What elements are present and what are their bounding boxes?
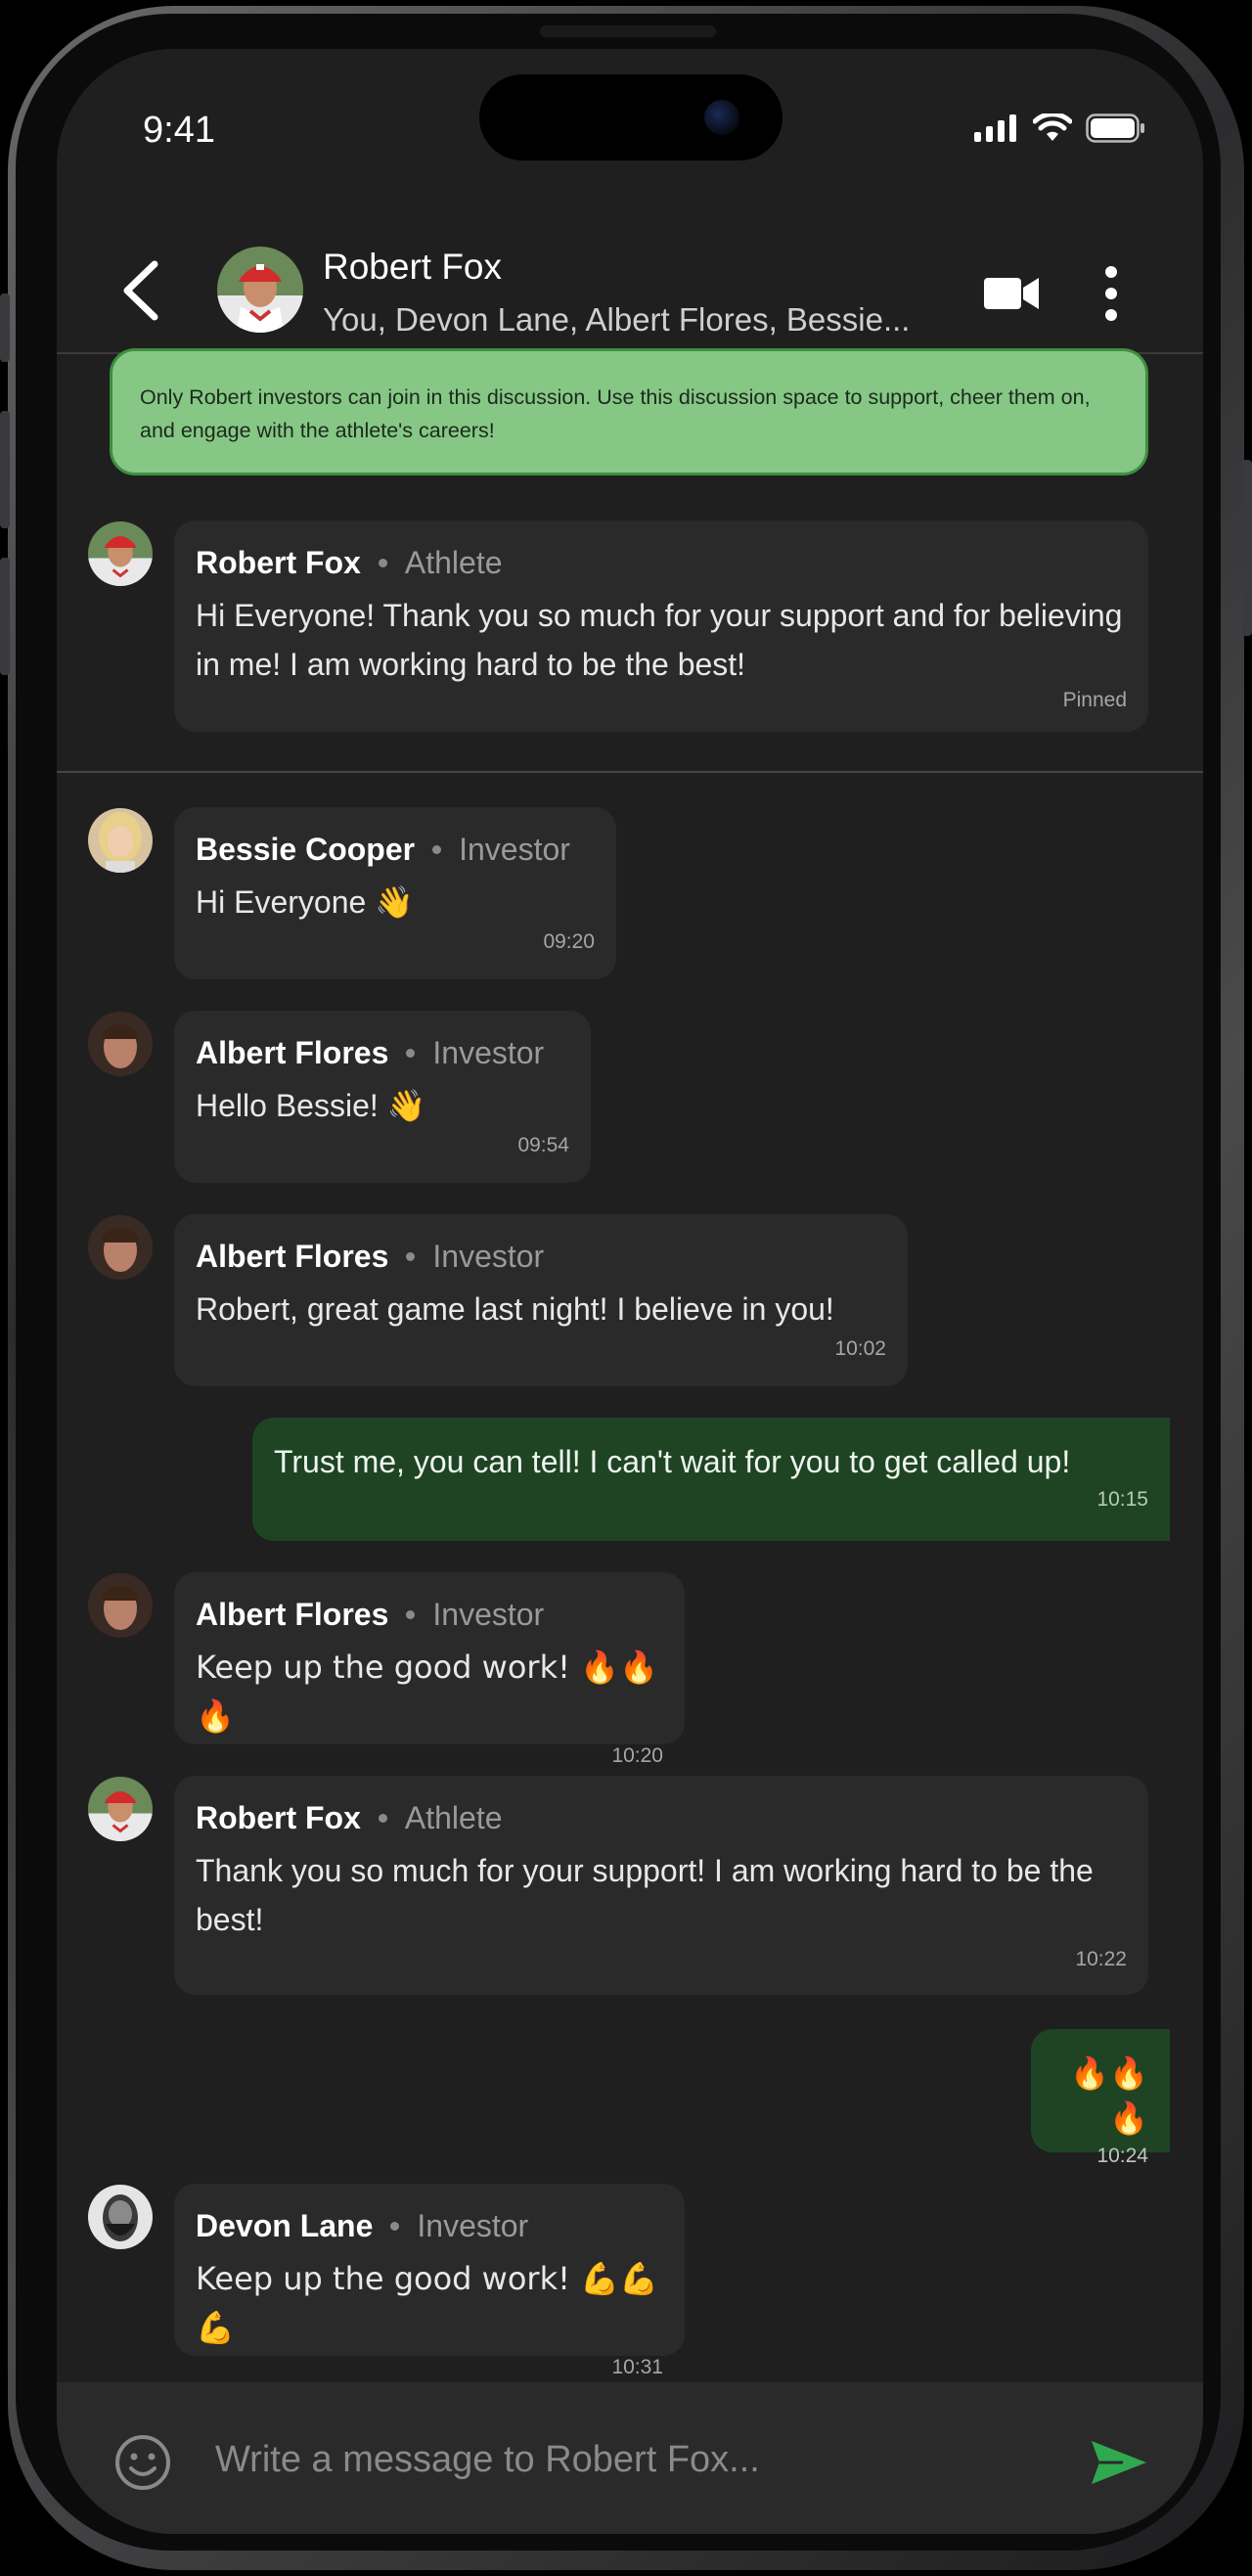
header-avatar[interactable] — [217, 247, 303, 333]
message-text: Hi Everyone! Thank you so much for your … — [196, 598, 1123, 682]
avatar-image — [88, 1573, 153, 1638]
separator-dot — [406, 1609, 416, 1619]
message-text: Hi Everyone 👋 — [196, 884, 415, 920]
author-role: Athlete — [404, 545, 503, 580]
avatar-devon-lane[interactable] — [88, 2185, 153, 2249]
message-input[interactable] — [213, 2425, 1015, 2494]
battery-icon — [1086, 113, 1144, 143]
author-name: Devon Lane — [196, 2208, 374, 2243]
message-bubble[interactable]: Albert Flores Investor Hello Bessie! 👋 0… — [174, 1011, 591, 1183]
pinned-label: Pinned — [1062, 689, 1127, 711]
separator-dot — [390, 2221, 400, 2231]
avatar-robert-fox[interactable] — [88, 521, 153, 586]
message-header: Bessie Cooper Investor — [196, 831, 595, 868]
author-role: Investor — [432, 1035, 545, 1070]
message-time: 10:31 — [611, 2356, 663, 2378]
message-header: Robert Fox Athlete — [196, 1799, 1127, 1836]
emoji-icon[interactable] — [113, 2433, 172, 2492]
message-text: Keep up the good work! 🔥🔥🔥 — [196, 1649, 658, 1735]
separator-dot — [378, 558, 387, 567]
pinned-divider — [57, 771, 1203, 773]
avatar-image — [88, 808, 153, 873]
message-header: Albert Flores Investor — [196, 1238, 886, 1275]
message-bubble[interactable]: Devon Lane Investor Keep up the good wor… — [174, 2184, 685, 2378]
power-button — [1242, 460, 1252, 636]
message-header: Albert Flores Investor — [196, 1034, 569, 1071]
message-text: Trust me, you can tell! I can't wait for… — [274, 1444, 1071, 1479]
author-name: Albert Flores — [196, 1035, 389, 1070]
author-role: Investor — [459, 832, 570, 867]
message-bubble[interactable]: Albert Flores Investor Keep up the good … — [174, 1572, 685, 1767]
my-message-bubble[interactable]: 🔥🔥🔥 10:24 — [1031, 2029, 1170, 2167]
message-time: 10:24 — [1096, 2145, 1148, 2167]
pinned-message[interactable]: Robert Fox Athlete Hi Everyone! Thank yo… — [174, 520, 1148, 732]
message-time: 09:54 — [517, 1134, 569, 1156]
chat-title: Robert Fox — [323, 247, 503, 287]
avatar-robert-fox[interactable] — [88, 1777, 153, 1841]
avatar-albert-flores[interactable] — [88, 1012, 153, 1076]
dynamic-island — [479, 74, 782, 160]
speaker-slot — [540, 25, 716, 37]
message-text: Hello Bessie! 👋 — [196, 1088, 426, 1123]
author-role: Investor — [432, 1597, 545, 1632]
author-role: Investor — [417, 2208, 529, 2243]
message-bubble[interactable]: Bessie Cooper Investor Hi Everyone 👋 09:… — [174, 807, 616, 979]
separator-dot — [378, 1813, 387, 1823]
avatar-robert-fox — [217, 247, 303, 333]
status-time: 9:41 — [143, 110, 215, 151]
signal-icon — [974, 114, 1016, 142]
message-bubble[interactable]: Albert Flores Investor Robert, great gam… — [174, 1214, 908, 1386]
video-call-icon[interactable] — [984, 274, 1039, 313]
message-header: Robert Fox Athlete — [196, 544, 1127, 581]
volume-down-button — [0, 558, 10, 675]
chat-members[interactable]: You, Devon Lane, Albert Flores, Bessie..… — [323, 301, 949, 339]
message-bubble[interactable]: Robert Fox Athlete Thank you so much for… — [174, 1776, 1148, 1995]
message-time: 10:02 — [834, 1337, 886, 1360]
author-name: Bessie Cooper — [196, 832, 416, 867]
message-text: Robert, great game last night! I believe… — [196, 1291, 834, 1327]
status-icons — [974, 113, 1146, 143]
message-header: Albert Flores Investor — [196, 1596, 663, 1633]
message-time: 09:20 — [543, 930, 595, 953]
front-camera-icon — [704, 100, 739, 135]
info-banner: Only Robert investors can join in this d… — [110, 348, 1148, 475]
send-icon[interactable] — [1090, 2439, 1148, 2486]
wifi-icon — [1033, 113, 1072, 141]
message-time: 10:20 — [611, 1744, 663, 1767]
author-name: Robert Fox — [196, 545, 361, 580]
chat-header: Robert Fox You, Devon Lane, Albert Flore… — [57, 196, 1203, 354]
message-text: 🔥🔥🔥 — [1070, 2055, 1148, 2137]
screen: 9:41 Robert Fox You, Devon Lane, Albert … — [57, 49, 1203, 2534]
avatar-image — [88, 1215, 153, 1280]
avatar-albert-flores[interactable] — [88, 1573, 153, 1638]
avatar-albert-flores[interactable] — [88, 1215, 153, 1280]
message-composer — [57, 2382, 1203, 2534]
back-icon[interactable] — [117, 258, 162, 323]
separator-dot — [432, 844, 442, 854]
message-text: Thank you so much for your support! I am… — [196, 1853, 1094, 1937]
author-name: Robert Fox — [196, 1800, 361, 1835]
volume-up-button — [0, 411, 10, 528]
author-role: Athlete — [404, 1800, 503, 1835]
avatar-image — [88, 2185, 153, 2249]
message-header: Devon Lane Investor — [196, 2207, 663, 2244]
mute-switch — [0, 294, 10, 362]
avatar-image — [88, 1012, 153, 1076]
my-message-bubble[interactable]: Trust me, you can tell! I can't wait for… — [252, 1418, 1170, 1541]
message-time: 10:22 — [1075, 1948, 1127, 1970]
message-text: Keep up the good work! 💪💪💪 — [196, 2260, 658, 2346]
author-name: Albert Flores — [196, 1597, 389, 1632]
author-name: Albert Flores — [196, 1239, 389, 1274]
separator-dot — [406, 1048, 416, 1058]
more-options-icon[interactable] — [1101, 264, 1121, 323]
avatar-bessie-cooper[interactable] — [88, 808, 153, 873]
separator-dot — [406, 1251, 416, 1261]
avatar-image — [88, 521, 153, 586]
author-role: Investor — [432, 1239, 545, 1274]
avatar-image — [88, 1777, 153, 1841]
message-time: 10:15 — [1096, 1488, 1148, 1511]
